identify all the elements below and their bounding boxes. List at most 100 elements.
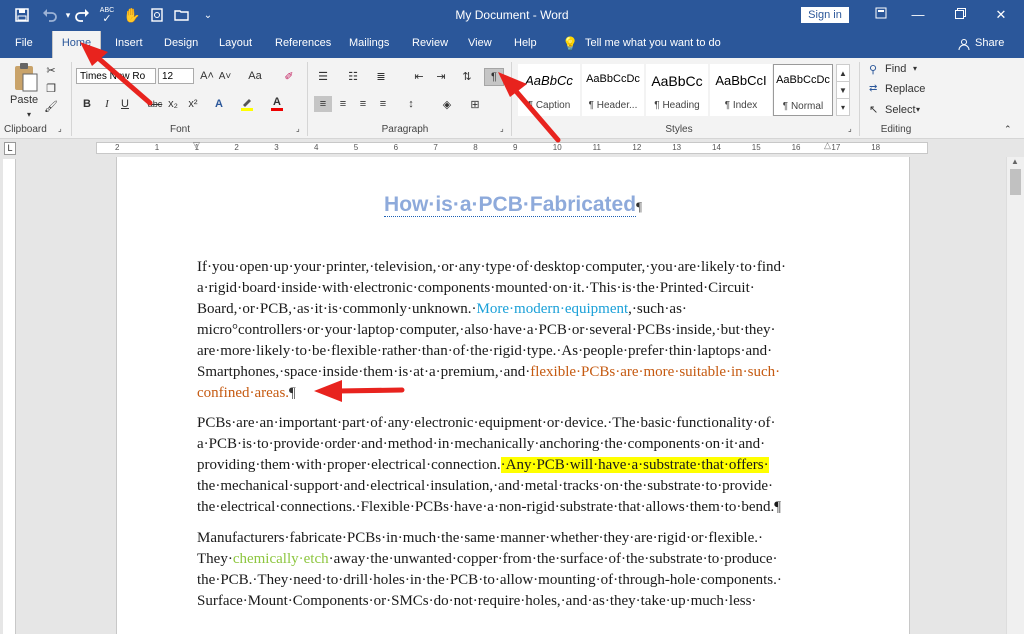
strikethrough-button[interactable]: abc — [146, 96, 164, 112]
clipboard-group-label: Clipboard — [4, 124, 47, 135]
restore-icon[interactable] — [948, 5, 972, 25]
vertical-scrollbar[interactable]: ▲ — [1006, 157, 1024, 634]
bullets-icon[interactable]: ☰ — [314, 68, 332, 84]
multilevel-list-icon[interactable]: ≣ — [372, 68, 390, 84]
paragraph-mark: ¶ — [289, 385, 296, 401]
ruler-number: 3 — [274, 143, 279, 152]
grow-font-button[interactable]: A˄ — [198, 68, 216, 84]
shading-icon[interactable]: ◈ — [438, 96, 456, 112]
styles-scroll-down-icon[interactable]: ▼ — [836, 81, 850, 99]
text-line: the·mechanical·support·and·electrical·in… — [197, 478, 773, 494]
bold-button[interactable]: B — [78, 96, 96, 112]
green-text-run: chemically·etch — [232, 551, 329, 567]
style-heading[interactable]: AaBbCc ¶ Heading — [646, 64, 708, 116]
style-normal[interactable]: AaBbCcDc ¶ Normal — [773, 64, 833, 116]
style-index[interactable]: AaBbCcI ¶ Index — [710, 64, 772, 116]
collapse-ribbon-icon[interactable]: ⌃ — [1004, 124, 1012, 135]
text-line: micro°controllers·or·your·laptop·compute… — [197, 322, 776, 338]
highlight-color-icon[interactable] — [238, 96, 256, 112]
shrink-font-button[interactable]: A˅ — [216, 68, 234, 84]
tab-layout[interactable]: Layout — [219, 31, 252, 58]
cut-icon[interactable]: ✂ — [42, 62, 60, 78]
ribbon-home: Paste ▾ ✂ ❐ 🖌 Clipboard ⌟ Times New Ro 1… — [0, 58, 1024, 139]
increase-indent-icon[interactable]: ⇥ — [432, 68, 450, 84]
tab-design[interactable]: Design — [164, 31, 198, 58]
tab-review[interactable]: Review — [412, 31, 448, 58]
align-center-icon[interactable]: ≡ — [334, 96, 352, 112]
document-page[interactable]: How·is·a·PCB·Fabricated¶ If·you·open·up·… — [116, 157, 910, 634]
select-button[interactable]: Select — [885, 104, 916, 116]
align-right-icon[interactable]: ≡ — [354, 96, 372, 112]
document-heading[interactable]: How·is·a·PCB·Fabricated¶ — [117, 193, 909, 217]
format-painter-icon[interactable]: 🖌 — [42, 98, 60, 114]
tab-selector-icon[interactable]: L — [4, 142, 16, 155]
select-dropdown-icon[interactable]: ▾ — [916, 105, 920, 114]
horizontal-ruler[interactable]: 2 1 1 2 3 4 5 6 7 8 9 10 11 12 13 14 15 16 17 18 ▽ △ — [96, 140, 928, 154]
subscript-button[interactable]: x₂ — [164, 96, 182, 112]
paragraph-3[interactable]: Manufacturers·fabricate·PCBs·in·much·the… — [197, 528, 833, 612]
share-button[interactable]: Share — [975, 31, 1004, 58]
clipboard-launcher-icon[interactable]: ⌟ — [58, 124, 62, 133]
tell-me-search[interactable]: Tell me what you want to do — [585, 31, 721, 58]
numbering-icon[interactable]: ☷ — [344, 68, 362, 84]
close-icon[interactable]: ✕ — [989, 5, 1013, 25]
style-caption[interactable]: AaBbCc ¶ Caption — [518, 64, 580, 116]
right-indent-marker[interactable]: △ — [824, 140, 831, 151]
divider — [511, 62, 512, 136]
tab-insert[interactable]: Insert — [115, 31, 143, 58]
sign-in-button[interactable]: Sign in — [801, 7, 849, 23]
styles-scroll-up-icon[interactable]: ▲ — [836, 64, 850, 82]
align-left-icon[interactable]: ≡ — [314, 96, 332, 112]
find-button[interactable]: Find — [885, 63, 906, 75]
change-case-button[interactable]: Aa — [244, 68, 266, 84]
text-run: Smartphones,·space·inside·them·is·at·a·p… — [197, 364, 531, 380]
styles-more-icon[interactable]: ▾ — [836, 98, 850, 116]
replace-button[interactable]: Replace — [885, 83, 925, 95]
paragraph-launcher-icon[interactable]: ⌟ — [500, 124, 504, 133]
text-line: PCBs·are·an·important·part·of·any·electr… — [197, 415, 776, 431]
styles-group-label: Styles — [665, 124, 693, 135]
font-group-label: Font — [169, 124, 190, 135]
tab-mailings[interactable]: Mailings — [349, 31, 389, 58]
clear-formatting-icon[interactable]: ✐ — [280, 68, 298, 84]
font-size-field[interactable]: 12 — [158, 68, 194, 84]
first-line-indent-marker[interactable]: ▽ — [193, 140, 200, 151]
font-name-field[interactable]: Times New Ro — [76, 68, 156, 84]
find-dropdown-icon[interactable]: ▾ — [913, 64, 917, 73]
sort-icon[interactable]: ⇅ — [458, 68, 476, 84]
line-spacing-icon[interactable]: ↕ — [402, 96, 420, 112]
font-launcher-icon[interactable]: ⌟ — [296, 124, 300, 133]
paragraph-2[interactable]: PCBs·are·an·important·part·of·any·electr… — [197, 413, 833, 518]
ribbon-display-options-icon[interactable] — [869, 5, 893, 25]
tab-file[interactable]: File — [15, 31, 33, 58]
borders-icon[interactable]: ⊞ — [466, 96, 484, 112]
divider — [71, 62, 72, 136]
text-line: If·you·open·up·your·printer,·television,… — [197, 259, 786, 275]
italic-button[interactable]: I — [98, 96, 116, 112]
font-color-button[interactable]: A — [268, 96, 286, 112]
copy-icon[interactable]: ❐ — [42, 80, 60, 96]
tab-help[interactable]: Help — [514, 31, 537, 58]
highlighted-text-run: ·Any·PCB·will·have·a·substrate·that·offe… — [500, 457, 769, 473]
paragraph-1[interactable]: If·you·open·up·your·printer,·television,… — [197, 257, 833, 404]
show-formatting-marks-button[interactable]: ¶ — [484, 68, 504, 86]
text-effects-button[interactable]: A — [210, 96, 228, 112]
decrease-indent-icon[interactable]: ⇤ — [410, 68, 428, 84]
scroll-up-icon[interactable]: ▲ — [1011, 157, 1019, 166]
find-icon: ⚲ — [869, 64, 878, 76]
scrollbar-thumb[interactable] — [1010, 169, 1021, 195]
styles-launcher-icon[interactable]: ⌟ — [848, 124, 852, 133]
tab-references[interactable]: References — [275, 31, 331, 58]
justify-icon[interactable]: ≡ — [374, 96, 392, 112]
heading-text: How·is·a·PCB·Fabricated — [384, 193, 637, 217]
style-header[interactable]: AaBbCcDc ¶ Header... — [582, 64, 644, 116]
superscript-button[interactable]: x² — [184, 96, 202, 112]
tab-home[interactable]: Home — [52, 31, 101, 58]
text-line: a·PCB·is·to·provide·order·and·method·in·… — [197, 436, 766, 452]
paste-dropdown-icon[interactable]: ▾ — [27, 110, 31, 119]
underline-button[interactable]: U — [116, 96, 134, 112]
minimize-icon[interactable]: — — [906, 5, 930, 25]
paste-button[interactable]: Paste — [10, 94, 38, 106]
text-line: are·more·likely·to·be·flexible·rather·th… — [197, 343, 773, 359]
tab-view[interactable]: View — [468, 31, 492, 58]
